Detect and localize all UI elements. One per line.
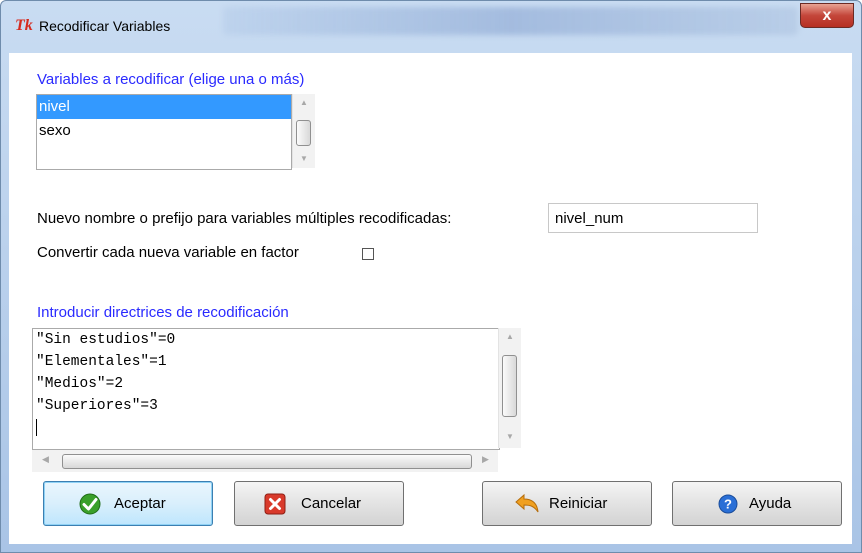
scroll-up-icon[interactable]: ▲ — [293, 98, 315, 108]
factor-checkbox[interactable] — [362, 248, 374, 260]
variables-listbox[interactable]: nivel sexo — [36, 94, 292, 170]
svg-text:?: ? — [724, 497, 732, 512]
recode-dialog-window: Tk Recodificar Variables x Variables a r… — [0, 0, 862, 553]
new-name-input[interactable] — [548, 203, 758, 233]
factor-label: Convertir cada nueva variable en factor — [37, 244, 299, 261]
accept-button[interactable]: Aceptar — [43, 481, 213, 526]
directives-vscrollbar[interactable]: ▲ ▼ — [498, 328, 521, 448]
scroll-left-icon[interactable]: ◀ — [42, 454, 49, 465]
directives-vscroll-thumb[interactable] — [502, 355, 517, 417]
scroll-right-icon[interactable]: ▶ — [482, 454, 489, 465]
directive-line: "Medios"=2 — [36, 376, 124, 392]
dialog-client-area: Variables a recodificar (elige una o más… — [9, 53, 852, 544]
close-icon: x — [822, 7, 832, 24]
scroll-up-icon[interactable]: ▲ — [499, 332, 521, 342]
list-item-sexo[interactable]: sexo — [37, 119, 291, 143]
cancel-label: Cancelar — [301, 495, 362, 512]
directive-line: "Superiores"=3 — [36, 398, 158, 414]
variables-label: Variables a recodificar (elige una o más… — [37, 71, 305, 88]
checkmark-icon — [79, 493, 101, 515]
blurred-background-titles — [223, 7, 798, 35]
reset-button[interactable]: Reiniciar — [482, 481, 652, 526]
text-caret — [36, 418, 37, 436]
directives-textarea[interactable]: "Sin estudios"=0 "Elementales"=1 "Medios… — [32, 328, 500, 450]
variables-scroll-thumb[interactable] — [296, 120, 311, 146]
list-item-nivel[interactable]: nivel — [37, 95, 291, 119]
variables-scrollbar[interactable]: ▲ ▼ — [292, 94, 315, 168]
cancel-button[interactable]: Cancelar — [234, 481, 404, 526]
directives-hscroll-thumb[interactable] — [62, 454, 472, 469]
reset-label: Reiniciar — [549, 495, 608, 512]
help-label: Ayuda — [749, 495, 792, 512]
window-title: Recodificar Variables — [39, 18, 171, 34]
new-name-label: Nuevo nombre o prefijo para variables mú… — [37, 210, 452, 227]
close-button[interactable]: x — [800, 3, 854, 28]
undo-arrow-icon — [515, 493, 539, 513]
help-button[interactable]: ? Ayuda — [672, 481, 842, 526]
tk-app-icon: Tk — [15, 17, 33, 34]
help-question-icon: ? — [718, 494, 738, 514]
title-bar[interactable]: Tk Recodificar Variables x — [1, 1, 861, 49]
directive-line: "Sin estudios"=0 — [36, 332, 176, 348]
scroll-down-icon[interactable]: ▼ — [499, 432, 521, 442]
directives-label: Introducir directrices de recodificación — [37, 304, 289, 321]
directives-hscrollbar[interactable]: ◀ ▶ — [32, 450, 498, 472]
accept-label: Aceptar — [114, 495, 166, 512]
cancel-x-icon — [264, 493, 286, 515]
directive-line: "Elementales"=1 — [36, 354, 167, 370]
directive-cursor-line — [33, 417, 499, 439]
scroll-down-icon[interactable]: ▼ — [293, 154, 315, 164]
